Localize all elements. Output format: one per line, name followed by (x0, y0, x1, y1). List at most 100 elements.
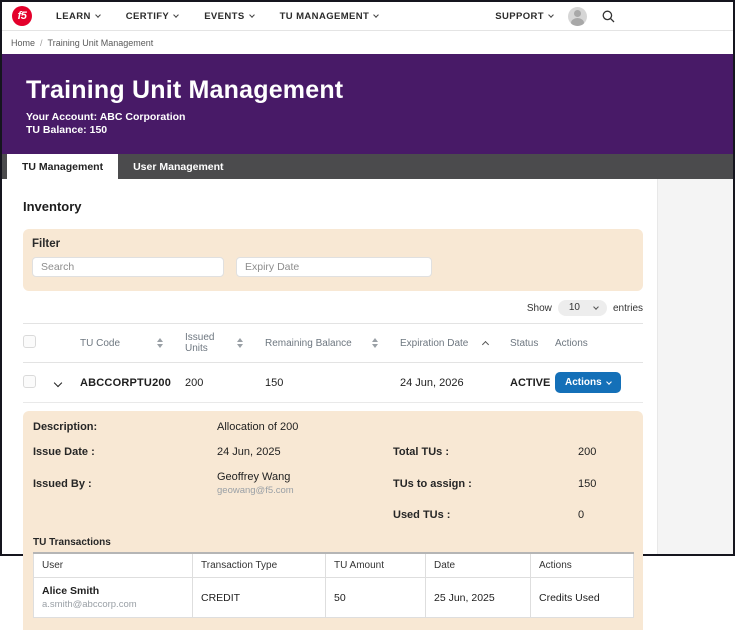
search-input[interactable] (32, 257, 224, 277)
f5-logo[interactable]: f5 (12, 6, 32, 26)
show-entries-suffix: entries (612, 302, 643, 314)
column-header-remaining-balance[interactable]: Remaining Balance (265, 323, 400, 363)
main-content: Inventory Filter Show 10 entries (2, 179, 657, 630)
main-menu: LEARN CERTIFY EVENTS TU MANAGEMENT (56, 10, 380, 22)
nav-item-events-label: EVENTS (204, 10, 245, 22)
breadcrumb-home-link[interactable]: Home (11, 38, 35, 48)
breadcrumb: Home / Training Unit Management (2, 30, 733, 54)
account-line: Your Account: ABC Corporation (26, 111, 186, 123)
search-icon[interactable] (602, 10, 615, 23)
show-entries-prefix: Show (526, 302, 552, 314)
total-tus-value: 200 (578, 446, 597, 458)
tu-code-cell: ABCCORPTU200 (80, 362, 185, 403)
issue-date-value: 24 Jun, 2025 (217, 446, 281, 458)
entries-per-page-value: 10 (568, 302, 580, 313)
nav-item-events[interactable]: EVENTS (204, 10, 255, 22)
column-header-actions: Actions (555, 323, 643, 363)
select-all-checkbox[interactable] (23, 335, 36, 348)
content-row: Inventory Filter Show 10 entries (2, 179, 733, 630)
tx-column-actions: Actions (530, 552, 634, 578)
transactions-header-row: User Transaction Type TU Amount Date Act… (33, 552, 634, 578)
tx-type-cell: CREDIT (192, 577, 326, 618)
column-header-expiration-date-label: Expiration Date (400, 337, 469, 349)
tx-actions-cell: Credits Used (530, 577, 634, 618)
column-header-remaining-balance-label: Remaining Balance (265, 337, 352, 349)
column-header-issued-units[interactable]: Issued Units (185, 323, 265, 363)
chevron-down-icon (94, 12, 101, 18)
expiration-date-cell: 24 Jun, 2026 (400, 362, 510, 403)
inventory-heading: Inventory (23, 199, 82, 214)
nav-item-certify-label: CERTIFY (125, 10, 170, 22)
chevron-down-icon (248, 12, 255, 18)
issued-units-cell: 200 (185, 362, 265, 403)
sort-icon[interactable] (372, 338, 378, 348)
breadcrumb-separator: / (40, 37, 43, 48)
row-actions-button[interactable]: Actions (555, 372, 621, 393)
column-header-tu-code-label: TU Code (80, 337, 121, 349)
description-value: Allocation of 200 (217, 421, 299, 433)
inventory-table-header-row: TU Code Issued Units Remaining Balance E… (23, 323, 643, 363)
sort-ascending-icon[interactable] (481, 340, 490, 349)
detail-fields: Description: Allocation of 200 Issue Dat… (33, 421, 633, 521)
sort-icon[interactable] (237, 338, 243, 348)
row-checkbox[interactable] (23, 374, 36, 388)
breadcrumb-current-page: Training Unit Management (47, 37, 154, 48)
filter-inputs (32, 257, 634, 277)
top-navigation: f5 LEARN CERTIFY EVENTS TU MANAGEMENT SU… (2, 2, 733, 30)
row-expand-icon[interactable] (53, 378, 63, 387)
nav-item-learn-label: LEARN (56, 10, 91, 22)
tab-tu-management[interactable]: TU Management (7, 154, 119, 179)
table-row: ABCCORPTU200 200 150 24 Jun, 2026 ACTIVE… (23, 362, 643, 403)
nav-right-group: SUPPORT (495, 6, 615, 26)
tu-transactions-title: TU Transactions (33, 537, 111, 548)
column-header-issued-units-label: Issued Units (185, 332, 215, 354)
tu-transactions-table: User Transaction Type TU Amount Date Act… (33, 552, 634, 618)
entries-per-page-select[interactable]: 10 (557, 300, 607, 316)
column-header-status-label: Status (510, 337, 539, 349)
filter-title: Filter (32, 238, 61, 250)
issued-by-value: Geoffrey Wang geowang@f5.com (217, 471, 393, 496)
tu-balance-line: TU Balance: 150 (26, 124, 108, 136)
nav-item-tu-management-label: TU MANAGEMENT (279, 10, 370, 22)
tx-user-name: Alice Smith (42, 585, 100, 597)
tus-to-assign-value: 150 (578, 477, 597, 490)
chevron-down-icon (173, 12, 180, 18)
issued-by-name: Geoffrey Wang (217, 471, 291, 483)
chevron-down-icon (593, 303, 599, 310)
tab-bar: TU Management User Management (2, 154, 733, 179)
status-badge: ACTIVE (510, 362, 555, 403)
tx-column-date: Date (425, 552, 531, 578)
expiry-date-input[interactable] (236, 257, 432, 277)
page-title: Training Unit Management (26, 76, 344, 104)
used-tus-label: Used TUs : (393, 509, 451, 521)
row-detail-panel: Description: Allocation of 200 Issue Dat… (23, 411, 643, 630)
show-entries-control: Show 10 entries (23, 300, 643, 316)
chevron-down-icon (605, 379, 612, 385)
nav-item-certify[interactable]: CERTIFY (125, 10, 180, 22)
nav-item-learn[interactable]: LEARN (56, 10, 101, 22)
chevron-down-icon (373, 12, 380, 18)
row-actions-button-label: Actions (565, 377, 602, 388)
description-label: Description: (33, 421, 98, 433)
issued-by-label: Issued By : (33, 477, 92, 490)
tx-date-cell: 25 Jun, 2025 (425, 577, 531, 618)
column-header-expiration-date[interactable]: Expiration Date (400, 323, 510, 363)
tx-amount-cell: 50 (325, 577, 426, 618)
user-avatar[interactable] (568, 6, 587, 26)
nav-item-support[interactable]: SUPPORT (495, 11, 554, 22)
sort-icon[interactable] (157, 338, 163, 348)
used-tus-value: 0 (578, 509, 585, 521)
issue-date-label: Issue Date : (33, 446, 95, 458)
table-row: Alice Smith a.smith@abccorp.com CREDIT 5… (33, 577, 634, 618)
column-header-status[interactable]: Status (510, 323, 555, 363)
remaining-balance-cell: 150 (265, 362, 400, 403)
page-header: Training Unit Management Your Account: A… (2, 54, 733, 154)
column-header-tu-code[interactable]: TU Code (80, 323, 185, 363)
tx-column-transaction-type: Transaction Type (192, 552, 326, 578)
nav-item-tu-management[interactable]: TU MANAGEMENT (279, 10, 380, 22)
tab-user-management[interactable]: User Management (118, 154, 238, 179)
filter-panel: Filter (23, 229, 643, 291)
tx-column-tu-amount: TU Amount (325, 552, 426, 578)
tx-user-email: a.smith@abccorp.com (42, 599, 137, 610)
chevron-down-icon (548, 12, 554, 18)
